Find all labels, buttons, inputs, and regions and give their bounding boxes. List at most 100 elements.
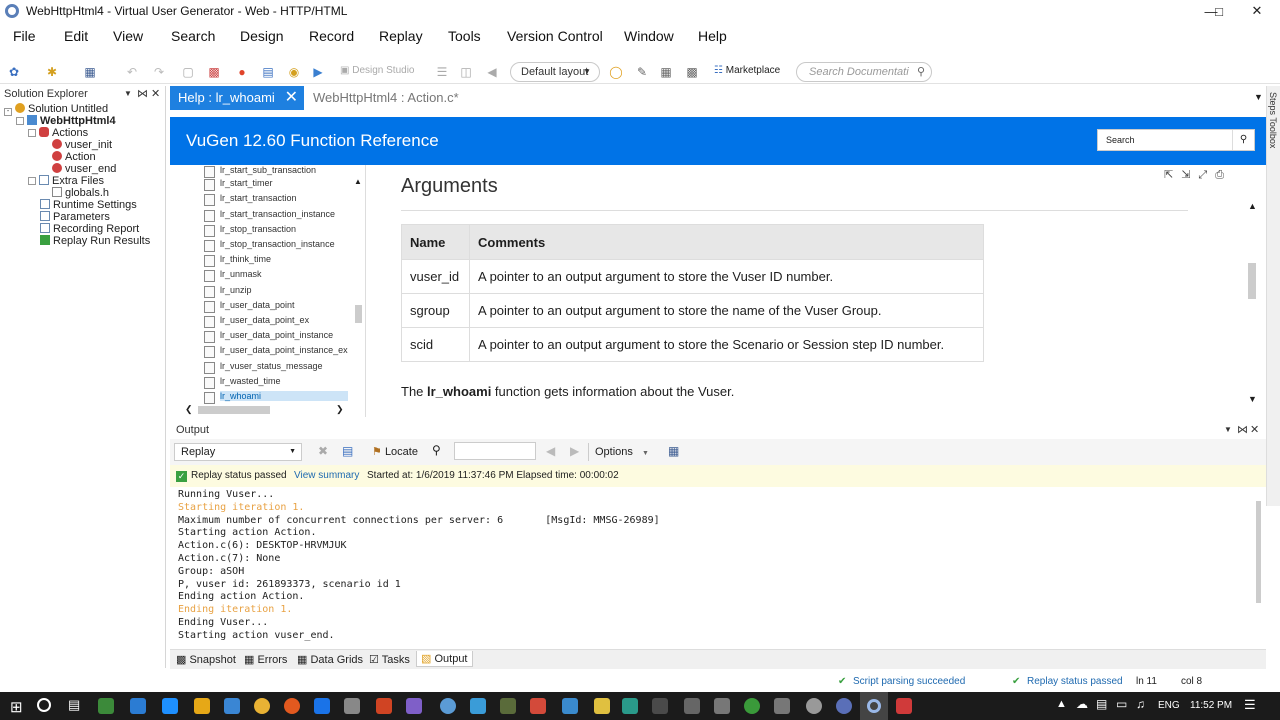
function-item[interactable]: lr_unmask [204, 269, 262, 282]
tree-item-parameters[interactable]: Parameters [40, 211, 110, 223]
function-item[interactable]: lr_user_data_point_ex [203, 315, 309, 328]
app-icon[interactable] [714, 698, 730, 714]
function-item[interactable]: lr_user_data_point [204, 300, 295, 313]
menu-help[interactable]: Help [698, 28, 727, 44]
language-indicator[interactable]: ENG [1158, 700, 1180, 711]
pin-icon[interactable]: ⋈ [1237, 423, 1248, 437]
search-icon[interactable] [37, 698, 51, 712]
menu-design[interactable]: Design [240, 28, 284, 44]
new-script-icon[interactable]: ✿ [6, 64, 22, 80]
record-icon[interactable]: ● [234, 64, 250, 80]
steps-toolbox-strip[interactable]: Steps Toolbox [1266, 86, 1280, 506]
output-filter-dropdown[interactable]: Replay ▼ [174, 443, 302, 461]
app-icon[interactable] [806, 698, 822, 714]
pen-icon[interactable]: ✎ [634, 64, 650, 80]
scroll-up-icon[interactable]: ▲ [354, 177, 362, 186]
close-tab-icon[interactable]: ✕ [285, 86, 298, 110]
tree-item-vuser-end[interactable]: vuser_end [52, 163, 116, 175]
app-icon[interactable] [500, 698, 516, 714]
ie-icon[interactable] [162, 698, 178, 714]
tray-up-icon[interactable]: ▲ [1056, 698, 1067, 710]
windows-start-icon[interactable]: ⊞ [10, 698, 23, 716]
menu-search[interactable]: Search [171, 28, 215, 44]
function-item[interactable]: lr_vuser_status_message [204, 361, 323, 374]
undo-icon[interactable]: ↶ [124, 64, 140, 80]
copy-icon[interactable]: ▢ [180, 64, 196, 80]
task-view-icon[interactable]: ▤ [68, 697, 80, 713]
tree-item-action[interactable]: Action [52, 151, 96, 163]
tree-item-recording-report[interactable]: Recording Report [40, 223, 139, 235]
vugen-taskbar-button[interactable] [860, 692, 888, 720]
app-icon[interactable] [562, 698, 578, 714]
menu-file[interactable]: File [13, 28, 36, 44]
tree-item-replay-run-results[interactable]: Replay Run Results [40, 235, 150, 247]
function-item[interactable]: lr_start_sub_transaction [203, 165, 316, 178]
app-icon[interactable] [684, 698, 700, 714]
function-item[interactable]: lr_stop_transaction_instance [204, 239, 335, 252]
locate-button[interactable]: ⚑ Locate [372, 445, 418, 458]
function-item[interactable]: lr_think_time [203, 254, 271, 267]
app-icon[interactable] [98, 698, 114, 714]
save-icon[interactable]: ▦ [82, 64, 98, 80]
menu-version-control[interactable]: Version Control [507, 28, 603, 44]
function-item[interactable]: lr_user_data_point_instance_ex [204, 345, 348, 358]
script-parse-status[interactable]: Script parsing succeeded [853, 676, 965, 687]
function-item[interactable]: lr_start_transaction_instance [203, 209, 335, 222]
app-icon[interactable] [744, 698, 760, 714]
content-scrollbar-thumb[interactable] [1248, 263, 1256, 299]
next-icon[interactable]: ▶ [570, 444, 579, 458]
redo-icon[interactable]: ↷ [151, 64, 167, 80]
app-icon[interactable] [470, 698, 486, 714]
mail-icon[interactable] [344, 698, 360, 714]
layout-icon[interactable]: ▩ [684, 64, 700, 80]
save-output-icon[interactable]: ▦ [668, 444, 679, 458]
tree-item-script[interactable]: WebHttpHtml4 [16, 115, 116, 127]
function-item[interactable]: lr_start_timer [204, 178, 273, 191]
tab-help-lr-whoami[interactable]: Help : lr_whoami ✕ [170, 86, 304, 110]
scroll-right-icon[interactable]: ❯ [336, 404, 344, 415]
app-icon[interactable] [652, 698, 668, 714]
function-item[interactable]: lr_wasted_time [204, 376, 281, 389]
clock[interactable]: 11:52 PM [1190, 700, 1232, 711]
explorer-icon[interactable] [194, 698, 210, 714]
weather-icon[interactable]: ☁ [1076, 697, 1088, 711]
new-item-icon[interactable]: ✱ [44, 64, 60, 80]
content-toolbar[interactable]: ⇱⇲⤢⎙ [1164, 168, 1232, 182]
app-icon[interactable] [622, 698, 638, 714]
battery-icon[interactable]: ▭ [1116, 697, 1127, 711]
previous-icon[interactable]: ◀ [546, 444, 555, 458]
options-dropdown[interactable]: Options ▼ [588, 443, 649, 461]
run-icon[interactable]: ▶ [310, 64, 326, 80]
menu-view[interactable]: View [113, 28, 143, 44]
tree-item-globals[interactable]: globals.h [52, 187, 109, 199]
documentation-search-input[interactable]: Search Documentati ⚲ [796, 62, 932, 82]
clear-icon[interactable]: ✖ [318, 444, 328, 458]
snapshot-icon[interactable]: ▩ [206, 64, 222, 80]
store-icon[interactable] [224, 698, 240, 714]
back-icon[interactable]: ◀ [484, 64, 500, 80]
menu-edit[interactable]: Edit [64, 28, 88, 44]
vertical-scrollbar-thumb[interactable] [355, 305, 362, 323]
menu-record[interactable]: Record [309, 28, 354, 44]
close-button[interactable]: ✕ [1234, 0, 1280, 22]
app-icon[interactable] [836, 698, 852, 714]
app-icon[interactable] [314, 698, 330, 714]
compare-icon[interactable]: ◫ [458, 64, 474, 80]
scroll-left-icon[interactable]: ❮ [185, 404, 193, 415]
powerpoint-icon[interactable] [376, 698, 392, 714]
scroll-up-icon[interactable]: ▲ [1248, 201, 1257, 211]
app-icon[interactable] [530, 698, 546, 714]
app-icon[interactable] [440, 698, 456, 714]
design-studio-button[interactable]: ▣ Design Studio [340, 65, 415, 76]
app-icon[interactable] [774, 698, 790, 714]
tree-item-vuser-init[interactable]: vuser_init [52, 139, 112, 151]
tab-list-icon[interactable]: ▼ [1254, 92, 1263, 102]
firefox-icon[interactable] [284, 698, 300, 714]
grid-icon[interactable]: ▦ [658, 64, 674, 80]
network-icon[interactable]: ▤ [1096, 697, 1107, 711]
layout-dropdown[interactable]: Default layout ▼ [510, 62, 600, 82]
edge-icon[interactable] [130, 698, 146, 714]
chrome-icon[interactable] [254, 698, 270, 714]
vs-icon[interactable] [406, 698, 422, 714]
menu-window[interactable]: Window [624, 28, 674, 44]
